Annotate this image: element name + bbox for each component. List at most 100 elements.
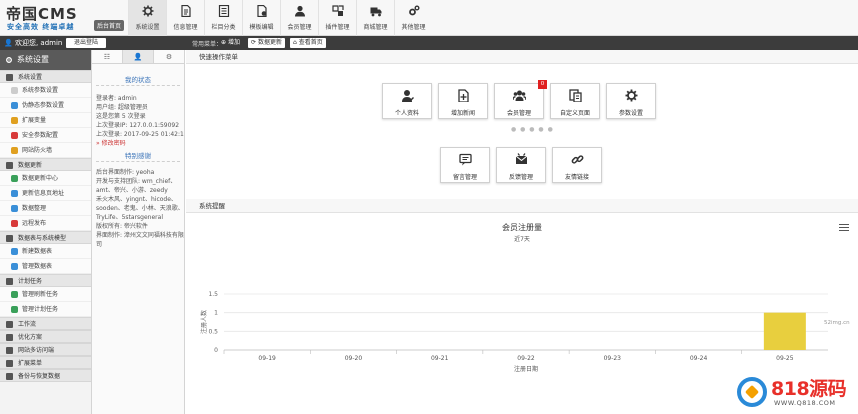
logout-button[interactable]: 退出登陆	[66, 38, 106, 48]
sidebar-item-icon	[11, 220, 18, 227]
nav-shop-management[interactable]: 商城管理	[356, 0, 394, 36]
quick-button-message[interactable]: 留言管理	[440, 147, 490, 183]
admin-home-button[interactable]: 后台首页	[94, 20, 125, 31]
sidebar-item[interactable]: 管理刷新任务	[0, 287, 91, 302]
template-icon	[257, 5, 267, 17]
sidebar-group-label: 工作流	[18, 321, 37, 328]
add-link[interactable]: ⊕ 增加	[218, 38, 243, 48]
sidebar-item[interactable]: 系统参数设置	[0, 83, 91, 98]
list-icon: ☷	[103, 53, 111, 61]
nav-template-edit[interactable]: 模板编辑	[242, 0, 280, 36]
nav-label: 插件管理	[325, 24, 350, 31]
tab-list[interactable]: ☷	[92, 50, 123, 63]
view-home-button[interactable]: ⌂ 查看首页	[290, 38, 326, 48]
nav-member-management[interactable]: 会员管理	[280, 0, 318, 36]
x-tick-label: 09-24	[690, 355, 708, 362]
quick-button-gear[interactable]: 参数设置	[606, 83, 656, 119]
sidebar-item[interactable]: 扩展变量	[0, 113, 91, 128]
nav-plugin-management[interactable]: 插件管理	[318, 0, 356, 36]
tab-settings[interactable]: ⚙	[154, 50, 184, 63]
nav-system-settings[interactable]: 系统设置	[128, 0, 166, 36]
sidebar-item-label: 数据更新中心	[22, 175, 59, 182]
chart-menu-icon[interactable]	[839, 224, 849, 232]
sidebar-group[interactable]: 优化方案	[0, 330, 91, 343]
notification-badge: 0	[538, 80, 547, 89]
top-header: 帝国CMS 安全高效 终端卓越 后台首页 系统设置 信息管理 栏目分类 模板编辑…	[0, 0, 858, 36]
settings-icon: ⚙	[165, 53, 173, 61]
sidebar-item-label: 更新信息页地址	[22, 190, 65, 197]
sidebar-group-label: 系统设置	[18, 74, 43, 81]
nav-column-category[interactable]: 栏目分类	[204, 0, 242, 36]
x-tick-label: 09-22	[517, 355, 535, 362]
info-line: 界面制作: 漳州文文同福科技有限公	[96, 232, 184, 239]
nav-other-management[interactable]: 其他管理	[394, 0, 432, 36]
quick-button-link[interactable]: 友情链接	[552, 147, 602, 183]
group-icon	[6, 321, 13, 328]
group-icon	[6, 347, 13, 354]
quick-button-add-news[interactable]: 增加新闻	[438, 83, 488, 119]
x-tick-label: 09-25	[776, 355, 794, 362]
quick-button-custom-page[interactable]: 自定义页面	[550, 83, 600, 119]
system-reminder-heading: 系统提醒	[186, 199, 858, 213]
sidebar-item[interactable]: 数据更新中心	[0, 171, 91, 186]
status-bar: 👤 欢迎您, admin 退出登陆 常用菜单： ⊕ 增加 ⟳ 数据更新 ⌂ 查看…	[0, 36, 858, 50]
sidebar-item[interactable]: 管理计划任务	[0, 302, 91, 317]
sidebar-group[interactable]: 数据表与系统模型	[0, 231, 91, 244]
sidebar-item[interactable]: 伪静态参数设置	[0, 98, 91, 113]
sidebar-group[interactable]: 备份与恢复数据	[0, 369, 91, 382]
info-line: 上次登录IP: 127.0.0.1:59092	[96, 122, 180, 129]
info-line: 上次登录: 2017-09-25 01:42:14	[96, 131, 184, 138]
logo-title: 帝国CMS	[6, 5, 78, 23]
x-tick-label: 09-20	[345, 355, 363, 362]
sidebar-group[interactable]: 系统设置	[0, 70, 91, 83]
sidebar-item[interactable]: 安全参数配置	[0, 128, 91, 143]
main-nav: 系统设置 信息管理 栏目分类 模板编辑 会员管理 插件管理 商城管理 其他管理	[128, 0, 432, 36]
quick-button-label: 自定义页面	[559, 110, 590, 117]
add-news-icon	[458, 89, 469, 102]
change-password-link[interactable]: » 修改密码	[92, 139, 184, 148]
quick-button-feedback[interactable]: 反馈管理	[496, 147, 546, 183]
sidebar-group[interactable]: 计划任务	[0, 274, 91, 287]
sidebar-item[interactable]: 远程发布	[0, 216, 91, 231]
document-icon	[181, 5, 191, 17]
sidebar-item[interactable]: 更新信息页地址	[0, 186, 91, 201]
group-icon	[6, 334, 13, 341]
link-icon	[571, 155, 584, 164]
info-line: 司	[96, 241, 103, 248]
info-line: 开发与支持团队: wm_chief、	[96, 178, 177, 185]
chart-credit: 52img.cn	[824, 320, 850, 326]
sidebar-item-label: 远程发布	[22, 220, 47, 227]
tab-user[interactable]: 👤	[123, 50, 154, 63]
sidebar-item[interactable]: 网站防火墙	[0, 143, 91, 158]
users-icon	[513, 90, 526, 101]
data-update-button[interactable]: ⟳ 数据更新	[248, 38, 285, 48]
sidebar-item[interactable]: 管理数据表	[0, 259, 91, 274]
sidebar-item[interactable]: 新建数据表	[0, 244, 91, 259]
info-panel: ☷ 👤 ⚙ 我的状态 登录者: admin 用户组: 超级管理员 这是您第 5 次登…	[92, 50, 185, 414]
quick-button-users[interactable]: 会员管理 0	[494, 80, 547, 119]
info-tabs: ☷ 👤 ⚙	[92, 50, 184, 64]
sidebar-item-label: 伪静态参数设置	[22, 102, 65, 109]
logo-slogan: 安全高效 终端卓越	[7, 23, 75, 31]
sidebar-group[interactable]: 扩展菜单	[0, 356, 91, 369]
quick-button-user-edit[interactable]: 个人资料	[382, 83, 432, 119]
sidebar-item-label: 扩展变量	[22, 117, 47, 124]
quick-button-label: 个人资料	[394, 110, 419, 117]
sidebar-item-icon	[11, 102, 18, 109]
nav-info-management[interactable]: 信息管理	[166, 0, 204, 36]
sidebar-group[interactable]: 工作流	[0, 317, 91, 330]
quick-button-label: 会员管理	[506, 110, 531, 117]
sidebar-item[interactable]: 数据整理	[0, 201, 91, 216]
watermark-text: 818源码	[771, 378, 847, 400]
group-icon	[6, 74, 13, 81]
list-icon	[218, 5, 230, 17]
info-line: 这是您第 5 次登录	[96, 113, 146, 120]
plugin-icon	[332, 5, 344, 16]
sidebar-group-label: 计划任务	[18, 278, 43, 285]
my-status-heading: 我的状态	[96, 74, 180, 86]
sidebar-group[interactable]: 网站多访问端	[0, 343, 91, 356]
chart: 0 0.5 1 1.5 注册人数 09-19 09-20 09-21 09-22 09-23 09-…	[200, 291, 828, 373]
welcome-label: 欢迎您, admin	[14, 39, 63, 47]
sidebar-group[interactable]: 数据更新	[0, 158, 91, 171]
nav-label: 栏目分类	[211, 24, 236, 31]
